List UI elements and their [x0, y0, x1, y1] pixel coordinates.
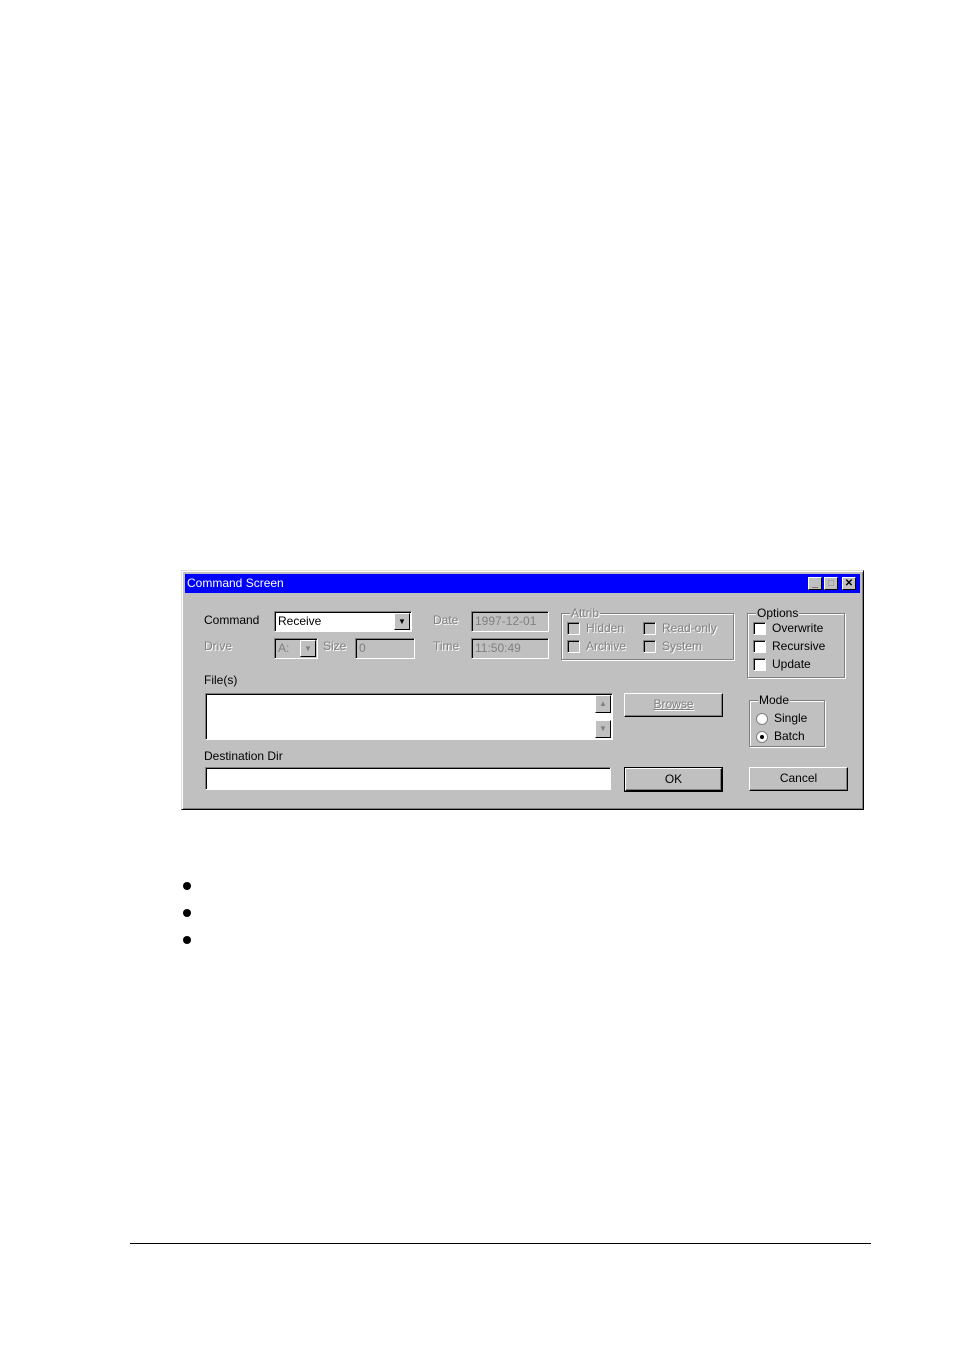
options-group: Options Overwrite Recursive Update: [747, 606, 845, 678]
chevron-down-icon: ▼: [300, 640, 316, 657]
date-label: Date: [433, 613, 459, 627]
recursive-label[interactable]: Recursive: [772, 639, 825, 653]
attrib-group: Attrib Hidden Read-only Archive System: [561, 606, 734, 660]
ok-label: OK: [664, 772, 683, 786]
time-field: 11:50:49: [471, 638, 549, 659]
cancel-button[interactable]: Cancel: [749, 767, 848, 791]
radio-selected-dot: [760, 735, 764, 739]
update-label[interactable]: Update: [772, 657, 811, 671]
size-label: Size: [323, 639, 347, 653]
time-value: 11:50:49: [475, 641, 521, 655]
attrib-caption: Attrib: [570, 606, 601, 620]
readonly-label: Read-only: [662, 621, 717, 635]
recursive-checkbox[interactable]: [753, 640, 766, 653]
close-button[interactable]: ✕: [842, 577, 856, 590]
destination-input[interactable]: [205, 767, 611, 790]
batch-label[interactable]: Batch: [774, 729, 805, 743]
arrow-up-icon: ▲: [599, 699, 607, 708]
footer-rule: [130, 1243, 871, 1244]
command-dropdown[interactable]: Receive ▼: [274, 611, 412, 632]
update-checkbox[interactable]: [753, 658, 766, 671]
time-label: Time: [433, 639, 460, 653]
mode-caption: Mode: [758, 693, 791, 707]
browse-button: Browse: [624, 693, 723, 717]
browse-label: Browse: [653, 697, 694, 711]
destination-label: Destination Dir: [204, 749, 283, 763]
arrow-down-icon: ▼: [599, 724, 607, 733]
chevron-down-icon[interactable]: ▼: [394, 613, 410, 630]
system-label: System: [662, 639, 703, 653]
options-caption: Options: [756, 606, 800, 620]
minimize-button[interactable]: _: [808, 577, 822, 590]
title-bar[interactable]: Command Screen _ □ ✕: [185, 574, 860, 593]
bullet-icon: [183, 909, 191, 917]
drive-dropdown: A: ▼: [274, 638, 318, 659]
close-icon: ✕: [844, 578, 854, 589]
hidden-checkbox: [567, 622, 580, 635]
maximize-button[interactable]: □: [824, 577, 838, 590]
files-listbox[interactable]: ▲ ▼: [205, 693, 613, 740]
maximize-icon: □: [827, 578, 835, 589]
overwrite-label[interactable]: Overwrite: [772, 621, 823, 635]
date-value: 1997-12-01: [475, 614, 537, 628]
readonly-checkbox: [643, 622, 656, 635]
minimize-icon: _: [812, 578, 818, 589]
overwrite-checkbox[interactable]: [753, 622, 766, 635]
command-screen-dialog: Command Screen _ □ ✕ Command Receive ▼ D…: [181, 570, 864, 810]
size-field: 0: [355, 638, 415, 659]
bullet-icon: [183, 882, 191, 890]
command-value: Receive: [278, 614, 322, 628]
command-label: Command: [204, 613, 260, 627]
scroll-down-button[interactable]: ▼: [595, 720, 611, 738]
dialog-title: Command Screen: [187, 576, 284, 590]
drive-value: A:: [278, 641, 290, 655]
date-field: 1997-12-01: [471, 611, 549, 632]
drive-label: Drive: [204, 639, 233, 653]
system-checkbox: [643, 640, 656, 653]
cancel-label: Cancel: [779, 771, 818, 785]
mode-group: Mode Single Batch: [749, 693, 825, 747]
archive-checkbox: [567, 640, 580, 653]
batch-radio[interactable]: [756, 731, 768, 743]
single-label[interactable]: Single: [774, 711, 807, 725]
bullet-icon: [183, 936, 191, 944]
single-radio[interactable]: [756, 713, 768, 725]
files-label: File(s): [204, 673, 238, 687]
archive-label: Archive: [586, 639, 627, 653]
ok-button[interactable]: OK: [624, 767, 723, 792]
hidden-label: Hidden: [586, 621, 625, 635]
size-value: 0: [359, 641, 366, 655]
scroll-up-button[interactable]: ▲: [595, 695, 611, 713]
